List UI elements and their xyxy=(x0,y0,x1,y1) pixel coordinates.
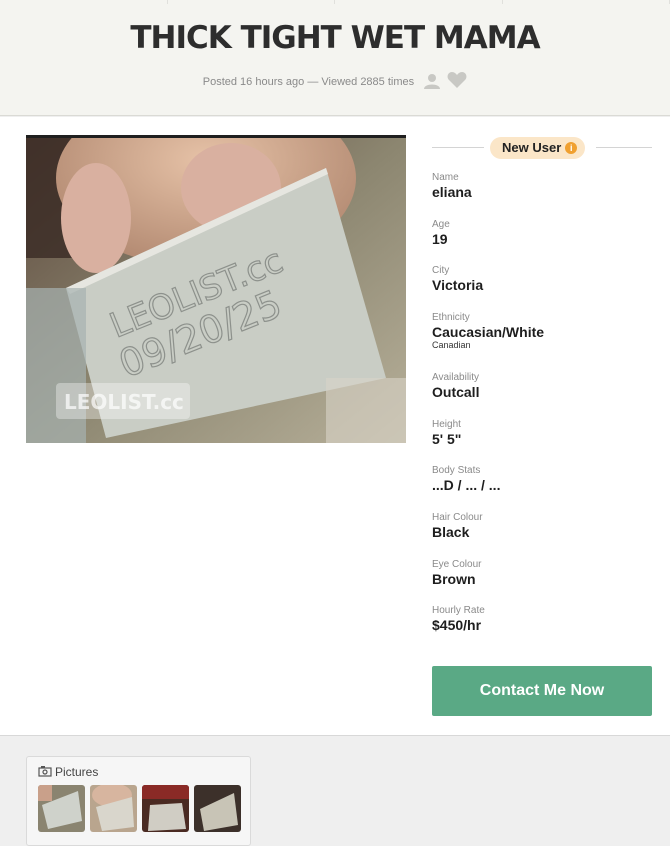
badge-row: New User i xyxy=(432,135,652,159)
field-label: City xyxy=(432,265,450,276)
info-icon[interactable]: i xyxy=(565,141,578,154)
field-value: Black xyxy=(432,524,470,540)
field-name: Name eliana xyxy=(432,172,472,200)
new-user-badge: New User i xyxy=(490,137,586,159)
profile-panel: New User i Name eliana Age 19 City Victor… xyxy=(432,135,652,633)
field-value: 19 xyxy=(432,231,448,247)
camera-icon xyxy=(38,765,52,780)
thumbnail-2[interactable] xyxy=(90,785,137,832)
heart-icon[interactable] xyxy=(447,72,467,92)
field-availability: Availability Outcall xyxy=(432,372,479,400)
field-value: Caucasian/White xyxy=(432,324,545,340)
thumbnail-1[interactable] xyxy=(38,785,85,832)
field-value: Victoria xyxy=(432,277,484,293)
post-meta: Posted 16 hours ago — Viewed 2885 times xyxy=(0,72,670,92)
field-city: City Victoria xyxy=(432,265,483,293)
field-label: Availability xyxy=(432,372,480,383)
field-value: $450/hr xyxy=(432,617,482,633)
field-label: Ethnicity xyxy=(432,312,470,323)
listing-body: LEOLIST.cc 09/20/25 LEOLIST.cc New User i… xyxy=(0,117,670,736)
field-body-stats: Body Stats ...D / ... / ... xyxy=(432,465,500,493)
field-hair-colour: Hair Colour Black xyxy=(432,512,483,540)
thumbnail-4[interactable] xyxy=(194,785,241,832)
field-label: Height xyxy=(432,419,461,430)
top-nav-strip xyxy=(0,0,670,4)
field-value: eliana xyxy=(432,184,472,200)
field-subvalue: Canadian xyxy=(432,340,471,350)
field-label: Hair Colour xyxy=(432,512,483,523)
field-label: Eye Colour xyxy=(432,559,482,570)
field-height: Height 5' 5" xyxy=(432,419,461,447)
contact-button[interactable]: Contact Me Now xyxy=(432,666,652,716)
field-label: Body Stats xyxy=(432,465,481,476)
post-meta-text: Posted 16 hours ago — Viewed 2885 times xyxy=(202,76,415,88)
field-label: Hourly Rate xyxy=(432,605,485,616)
field-value: ...D / ... / ... xyxy=(432,477,501,493)
photo-watermark: LEOLIST.cc xyxy=(64,390,184,414)
field-age: Age 19 xyxy=(432,219,450,247)
pictures-heading: Pictures xyxy=(38,765,98,780)
thumbnail-strip xyxy=(38,785,241,832)
field-value: Outcall xyxy=(432,384,480,400)
field-value: Brown xyxy=(432,571,476,587)
field-label: Name xyxy=(432,172,459,183)
thumbnail-3[interactable] xyxy=(142,785,189,832)
field-hourly-rate: Hourly Rate $450/hr xyxy=(432,605,485,633)
page-header: THICK TIGHT WET MAMA Posted 16 hours ago… xyxy=(0,0,670,116)
user-icon[interactable] xyxy=(423,73,441,92)
divider-right xyxy=(596,147,652,148)
field-eye-colour: Eye Colour Brown xyxy=(432,559,481,587)
field-label: Age xyxy=(432,219,450,230)
field-ethnicity: Ethnicity Caucasian/White Canadian xyxy=(432,312,544,350)
badge-label: New User xyxy=(502,140,562,155)
page-title: THICK TIGHT WET MAMA xyxy=(130,20,540,56)
main-photo[interactable]: LEOLIST.cc 09/20/25 LEOLIST.cc xyxy=(26,135,406,443)
pictures-title: Pictures xyxy=(55,765,99,779)
divider-left xyxy=(432,147,484,148)
pictures-panel: Pictures xyxy=(26,756,251,846)
field-value: 5' 5" xyxy=(432,431,462,447)
